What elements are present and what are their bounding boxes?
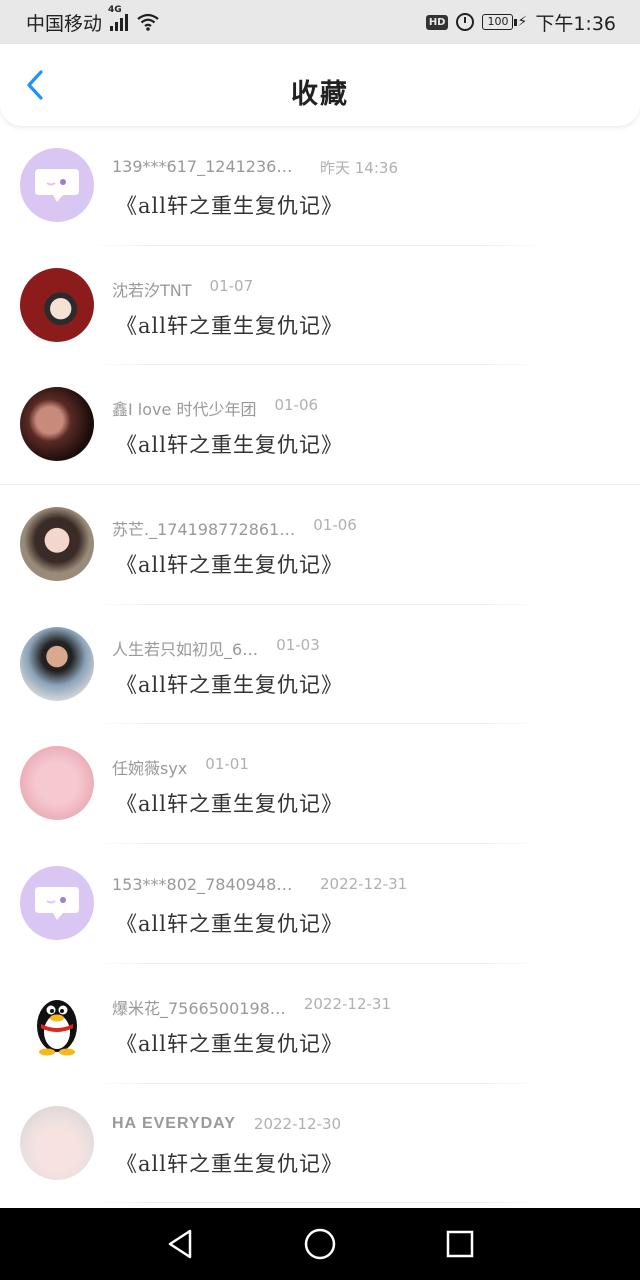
avatar[interactable] <box>20 1105 94 1180</box>
status-left: 中国移动 4G <box>26 5 160 36</box>
nav-recents-button[interactable] <box>440 1224 480 1264</box>
status-right: HD 100 ⚡ 下午1:36 <box>425 9 616 36</box>
page-title: 收藏 <box>291 79 349 110</box>
square-recents-icon <box>446 1230 474 1258</box>
item-username: 153***802_7840948645 <box>112 875 302 895</box>
list-item[interactable]: 沈若汐TNT 01-07 《all轩之重生复仇记》 <box>0 246 640 366</box>
item-meta: 沈若汐TNT 01-07 <box>112 277 253 301</box>
item-username: 人生若只如初见_6… <box>112 639 259 659</box>
item-time: 01-01 <box>205 755 249 774</box>
item-time: 2022-12-30 <box>253 1114 342 1133</box>
list-item[interactable]: HA EVERYDAY 2022-12-30 《all轩之重生复仇记》 <box>0 1084 640 1204</box>
nav-back-button[interactable] <box>160 1224 200 1264</box>
system-nav-bar <box>0 1208 640 1280</box>
item-book-title[interactable]: 《all轩之重生复仇记》 <box>116 190 343 220</box>
item-meta: HA EVERYDAY 2022-12-30 <box>112 1115 341 1133</box>
list-item[interactable]: 苏芒._174198772861… 01-06 《all轩之重生复仇记》 <box>0 485 640 605</box>
avatar[interactable] <box>20 148 94 222</box>
item-book-title[interactable]: 《all轩之重生复仇记》 <box>116 1148 343 1178</box>
item-meta: 苏芒._174198772861… 01-06 <box>112 516 357 540</box>
nav-home-button[interactable] <box>300 1224 340 1264</box>
battery-icon: 100 ⚡ <box>482 14 527 30</box>
item-username: 沈若汐TNT <box>112 280 192 300</box>
avatar[interactable] <box>20 985 94 1060</box>
status-bar: 中国移动 4G HD 100 ⚡ 下午1:36 <box>0 0 640 44</box>
item-time: 01-07 <box>209 276 254 295</box>
chat-bubble-icon <box>35 169 79 202</box>
battery-level: 100 <box>482 14 514 30</box>
item-time: 01-06 <box>313 516 357 535</box>
item-time: 01-06 <box>274 396 319 415</box>
item-time: 01-03 <box>276 635 320 654</box>
item-book-title[interactable]: 《all轩之重生复仇记》 <box>116 549 343 579</box>
clock: 下午1:36 <box>535 12 616 35</box>
item-username: HA EVERYDAY <box>112 1114 236 1132</box>
list-item[interactable]: 爆米花_7566500198… 2022-12-31 《all轩之重生复仇记》 <box>0 964 640 1084</box>
wifi-icon <box>137 13 159 31</box>
divider <box>90 1202 545 1204</box>
item-username: 苏芒._174198772861… <box>112 520 296 540</box>
alarm-icon <box>456 13 475 31</box>
avatar[interactable] <box>20 746 94 821</box>
charging-icon: ⚡ <box>517 14 528 30</box>
item-book-title[interactable]: 《all轩之重生复仇记》 <box>116 429 343 459</box>
avatar[interactable] <box>20 626 94 701</box>
item-meta: 人生若只如初见_6… 01-03 <box>112 636 320 660</box>
favorites-list: 139***617_1241236366 昨天 14:36 《all轩之重生复仇… <box>0 126 640 1204</box>
item-username: 139***617_1241236366 <box>112 157 302 176</box>
item-book-title[interactable]: 《all轩之重生复仇记》 <box>116 1028 343 1058</box>
list-item[interactable]: 139***617_1241236366 昨天 14:36 《all轩之重生复仇… <box>0 126 640 246</box>
item-username: 任婉薇syx <box>112 759 188 779</box>
list-item[interactable]: 鑫I love 时代少年团 01-06 《all轩之重生复仇记》 <box>0 365 640 486</box>
hd-badge: HD <box>425 14 449 30</box>
item-meta: 153***802_7840948645 2022-12-31 <box>112 875 407 894</box>
avatar[interactable] <box>20 267 94 342</box>
penguin-icon <box>37 999 77 1056</box>
carrier-label: 中国移动 <box>26 12 103 35</box>
item-time: 2022-12-31 <box>320 875 408 894</box>
avatar[interactable] <box>20 507 94 582</box>
item-book-title[interactable]: 《all轩之重生复仇记》 <box>116 310 343 340</box>
item-meta: 任婉薇syx 01-01 <box>112 755 249 779</box>
network-label: 4G <box>108 5 122 15</box>
list-item[interactable]: 人生若只如初见_6… 01-03 《all轩之重生复仇记》 <box>0 605 640 725</box>
item-meta: 爆米花_7566500198… 2022-12-31 <box>112 995 391 1019</box>
item-time: 昨天 14:36 <box>320 159 398 177</box>
avatar[interactable] <box>20 387 94 462</box>
triangle-back-icon <box>168 1229 192 1259</box>
item-username: 爆米花_7566500198… <box>112 998 286 1018</box>
avatar[interactable] <box>20 866 94 941</box>
signal-icon: 4G <box>108 5 129 31</box>
item-username: 鑫I love 时代少年团 <box>112 400 257 420</box>
chat-bubble-icon <box>35 887 79 921</box>
item-book-title[interactable]: 《all轩之重生复仇记》 <box>116 908 343 938</box>
item-book-title[interactable]: 《all轩之重生复仇记》 <box>116 788 343 818</box>
list-item[interactable]: 任婉薇syx 01-01 《all轩之重生复仇记》 <box>0 724 640 845</box>
item-time: 2022-12-31 <box>303 994 391 1013</box>
item-meta: 鑫I love 时代少年团 01-06 <box>112 396 318 420</box>
item-meta: 139***617_1241236366 昨天 14:36 <box>112 157 398 178</box>
app-header: 收藏 <box>0 44 640 126</box>
item-book-title[interactable]: 《all轩之重生复仇记》 <box>116 669 343 699</box>
list-item[interactable]: 153***802_7840948645 2022-12-31 《all轩之重生… <box>0 844 640 964</box>
circle-home-icon <box>304 1228 336 1260</box>
